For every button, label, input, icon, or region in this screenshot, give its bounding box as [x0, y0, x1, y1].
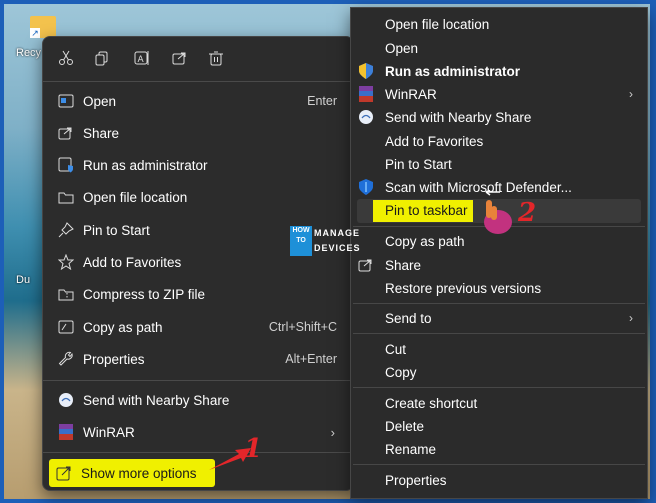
menu-divider	[353, 303, 645, 304]
classic-item-open[interactable]: Open	[351, 37, 647, 59]
chevron-right-icon: ›	[629, 311, 633, 325]
classic-item-run-as-administrator[interactable]: Run as administrator	[351, 60, 647, 82]
winrar-icon	[358, 86, 374, 102]
hand-pointer-icon	[484, 190, 512, 234]
chevron-right-icon: ›	[629, 87, 633, 101]
menu-item-compress-to-zip[interactable]: Compress to ZIP file	[51, 279, 345, 309]
menu-item-share[interactable]: Share	[51, 118, 345, 148]
menu-divider	[353, 464, 645, 465]
share-icon	[57, 124, 75, 142]
menu-item-nearby-share[interactable]: Send with Nearby Share	[51, 385, 345, 415]
wrench-icon	[57, 350, 75, 368]
menu-divider	[43, 452, 353, 453]
context-toolbar: A	[43, 37, 353, 81]
menu-item-copy-as-path[interactable]: Copy as path Ctrl+Shift+C	[51, 312, 345, 342]
show-more-icon	[55, 464, 73, 482]
how-to-manage-devices-logo: HOW TO MANAGE DEVICES	[290, 226, 362, 256]
classic-item-open-file-location[interactable]: Open file location	[351, 13, 647, 35]
cut-icon[interactable]	[53, 45, 79, 71]
zip-icon	[57, 285, 75, 303]
classic-item-winrar[interactable]: WinRAR ›	[351, 83, 647, 105]
classic-item-share[interactable]: Share	[351, 254, 647, 276]
classic-item-delete[interactable]: Delete	[351, 415, 647, 437]
classic-item-restore-previous-versions[interactable]: Restore previous versions	[351, 277, 647, 299]
desktop-icon-label-2: Du	[16, 274, 31, 286]
menu-item-open[interactable]: Open Enter	[51, 86, 345, 116]
copy-path-icon	[57, 318, 75, 336]
classic-item-properties[interactable]: Properties	[351, 469, 647, 491]
annotation-step-2: 2	[518, 198, 537, 228]
chevron-right-icon: ›	[330, 424, 335, 440]
classic-item-create-shortcut[interactable]: Create shortcut	[351, 392, 647, 414]
menu-item-properties[interactable]: Properties Alt+Enter	[51, 344, 345, 374]
defender-icon	[358, 179, 374, 195]
menu-divider	[353, 333, 645, 334]
winrar-icon	[57, 423, 75, 441]
svg-text:A: A	[138, 55, 145, 65]
open-icon	[57, 92, 75, 110]
share-icon[interactable]	[167, 45, 193, 71]
classic-item-add-to-favorites[interactable]: Add to Favorites	[351, 130, 647, 152]
copy-icon[interactable]	[89, 45, 115, 71]
classic-item-nearby-share[interactable]: Send with Nearby Share	[351, 106, 647, 128]
desktop-icon-label: Recy	[16, 47, 42, 59]
classic-item-copy[interactable]: Copy	[351, 361, 647, 383]
classic-item-rename[interactable]: Rename	[351, 438, 647, 460]
annotation-step-1: 1	[244, 434, 263, 464]
classic-context-menu: Open file location Open Run as administr…	[350, 7, 648, 499]
menu-divider	[43, 380, 353, 381]
folder-icon	[57, 188, 75, 206]
classic-item-send-to[interactable]: Send to ›	[351, 307, 647, 329]
classic-item-pin-to-start[interactable]: Pin to Start	[351, 153, 647, 175]
menu-divider	[43, 81, 353, 82]
menu-item-show-more-options[interactable]: Show more options	[49, 459, 215, 487]
modern-context-menu: A Open Enter Share Run as administrator …	[42, 36, 354, 491]
menu-item-run-as-administrator[interactable]: Run as administrator	[51, 150, 345, 180]
share-icon	[358, 257, 374, 273]
menu-item-open-file-location[interactable]: Open file location	[51, 182, 345, 212]
classic-item-cut[interactable]: Cut	[351, 338, 647, 360]
uac-shield-icon	[358, 63, 374, 79]
menu-divider	[353, 387, 645, 388]
menu-item-winrar[interactable]: WinRAR ›	[51, 417, 345, 447]
pin-icon	[57, 221, 75, 239]
nearby-share-icon	[358, 109, 374, 125]
nearby-share-icon	[57, 391, 75, 409]
shield-icon	[57, 156, 75, 174]
delete-icon[interactable]	[203, 45, 229, 71]
rename-icon[interactable]: A	[129, 45, 155, 71]
star-icon	[57, 253, 75, 271]
